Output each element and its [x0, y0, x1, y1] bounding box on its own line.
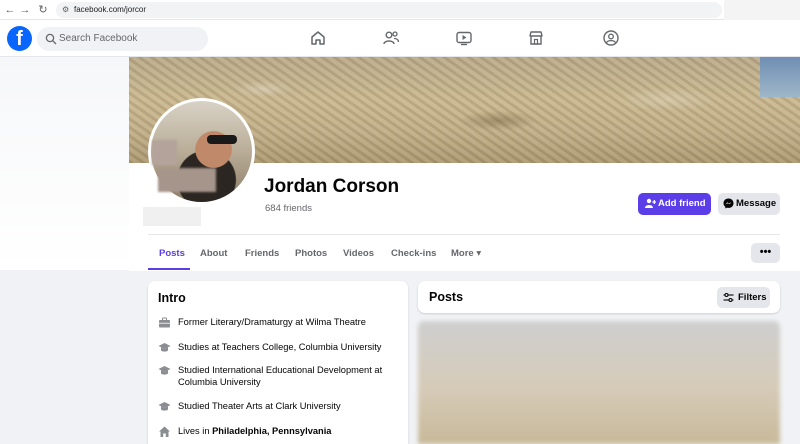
posts-title: Posts [429, 290, 464, 304]
add-person-icon [645, 198, 656, 208]
add-friend-label: Add friend [658, 198, 706, 209]
messenger-icon [723, 198, 734, 209]
graduation-cap-icon [158, 402, 171, 411]
url-text: facebook.com/jorcor [74, 5, 147, 14]
graduation-cap-icon [158, 366, 171, 375]
redacted-area [143, 207, 201, 226]
intro-item-text: Studied International Educational Develo… [178, 365, 383, 387]
tab-more[interactable]: More ▾ [451, 248, 481, 259]
marketplace-icon[interactable] [527, 29, 545, 47]
forward-icon[interactable]: → [18, 3, 32, 17]
tab-photos[interactable]: Photos [295, 248, 327, 259]
address-bar[interactable]: ⚙ facebook.com/jorcor [56, 2, 722, 18]
browser-extension-area [724, 0, 800, 20]
message-label: Message [736, 198, 777, 209]
sunglasses-detail [207, 135, 237, 144]
facebook-topbar: f Search Facebook [0, 20, 800, 57]
redacted-area [152, 140, 177, 165]
message-button[interactable]: Message [718, 193, 780, 215]
intro-item-text: Studied Theater Arts at Clark University [178, 401, 341, 411]
filters-button[interactable]: Filters [717, 287, 770, 308]
back-icon[interactable]: ← [3, 3, 17, 17]
filter-sliders-icon [723, 292, 734, 303]
search-input[interactable]: Search Facebook [37, 27, 208, 51]
friends-icon[interactable] [382, 29, 400, 47]
search-placeholder: Search Facebook [59, 33, 138, 44]
site-info-icon[interactable]: ⚙ [62, 2, 69, 18]
friends-count[interactable]: 684 friends [265, 203, 312, 214]
groups-icon[interactable] [602, 29, 620, 47]
more-options-button[interactable]: ••• [751, 243, 780, 263]
tab-posts[interactable]: Posts [159, 248, 185, 259]
facebook-logo-icon[interactable]: f [7, 26, 32, 51]
blurred-post-image[interactable] [418, 321, 780, 444]
tab-friends[interactable]: Friends [245, 248, 279, 259]
intro-card [148, 281, 408, 444]
tab-check-ins[interactable]: Check-ins [391, 248, 436, 259]
profile-name: Jordan Corson [264, 176, 400, 197]
graduation-cap-icon [158, 343, 171, 352]
browser-toolbar: ← → ↻ ⚙ facebook.com/jorcor [0, 0, 800, 20]
active-tab-indicator [148, 268, 190, 270]
intro-item-text: Former Literary/Dramaturgy at Wilma Thea… [178, 317, 366, 327]
city-link[interactable]: Philadelphia, Pennsylvania [212, 426, 331, 436]
home-icon[interactable] [309, 29, 327, 47]
briefcase-icon [159, 317, 170, 328]
header-divider [148, 234, 780, 235]
intro-item-text: Studies at Teachers College, Columbia Un… [178, 342, 382, 352]
add-friend-button[interactable]: Add friend [638, 193, 711, 215]
video-icon[interactable] [455, 29, 473, 47]
tab-videos[interactable]: Videos [343, 248, 374, 259]
reload-icon[interactable]: ↻ [36, 3, 50, 17]
home-icon [159, 426, 170, 437]
filters-label: Filters [738, 292, 767, 303]
intro-title: Intro [158, 291, 186, 305]
tab-about[interactable]: About [200, 248, 227, 259]
cover-sky [760, 57, 800, 97]
search-icon [45, 33, 57, 45]
redacted-area [158, 168, 216, 192]
intro-item-text: Lives in Philadelphia, Pennsylvania [178, 426, 332, 436]
left-gutter [0, 57, 129, 270]
